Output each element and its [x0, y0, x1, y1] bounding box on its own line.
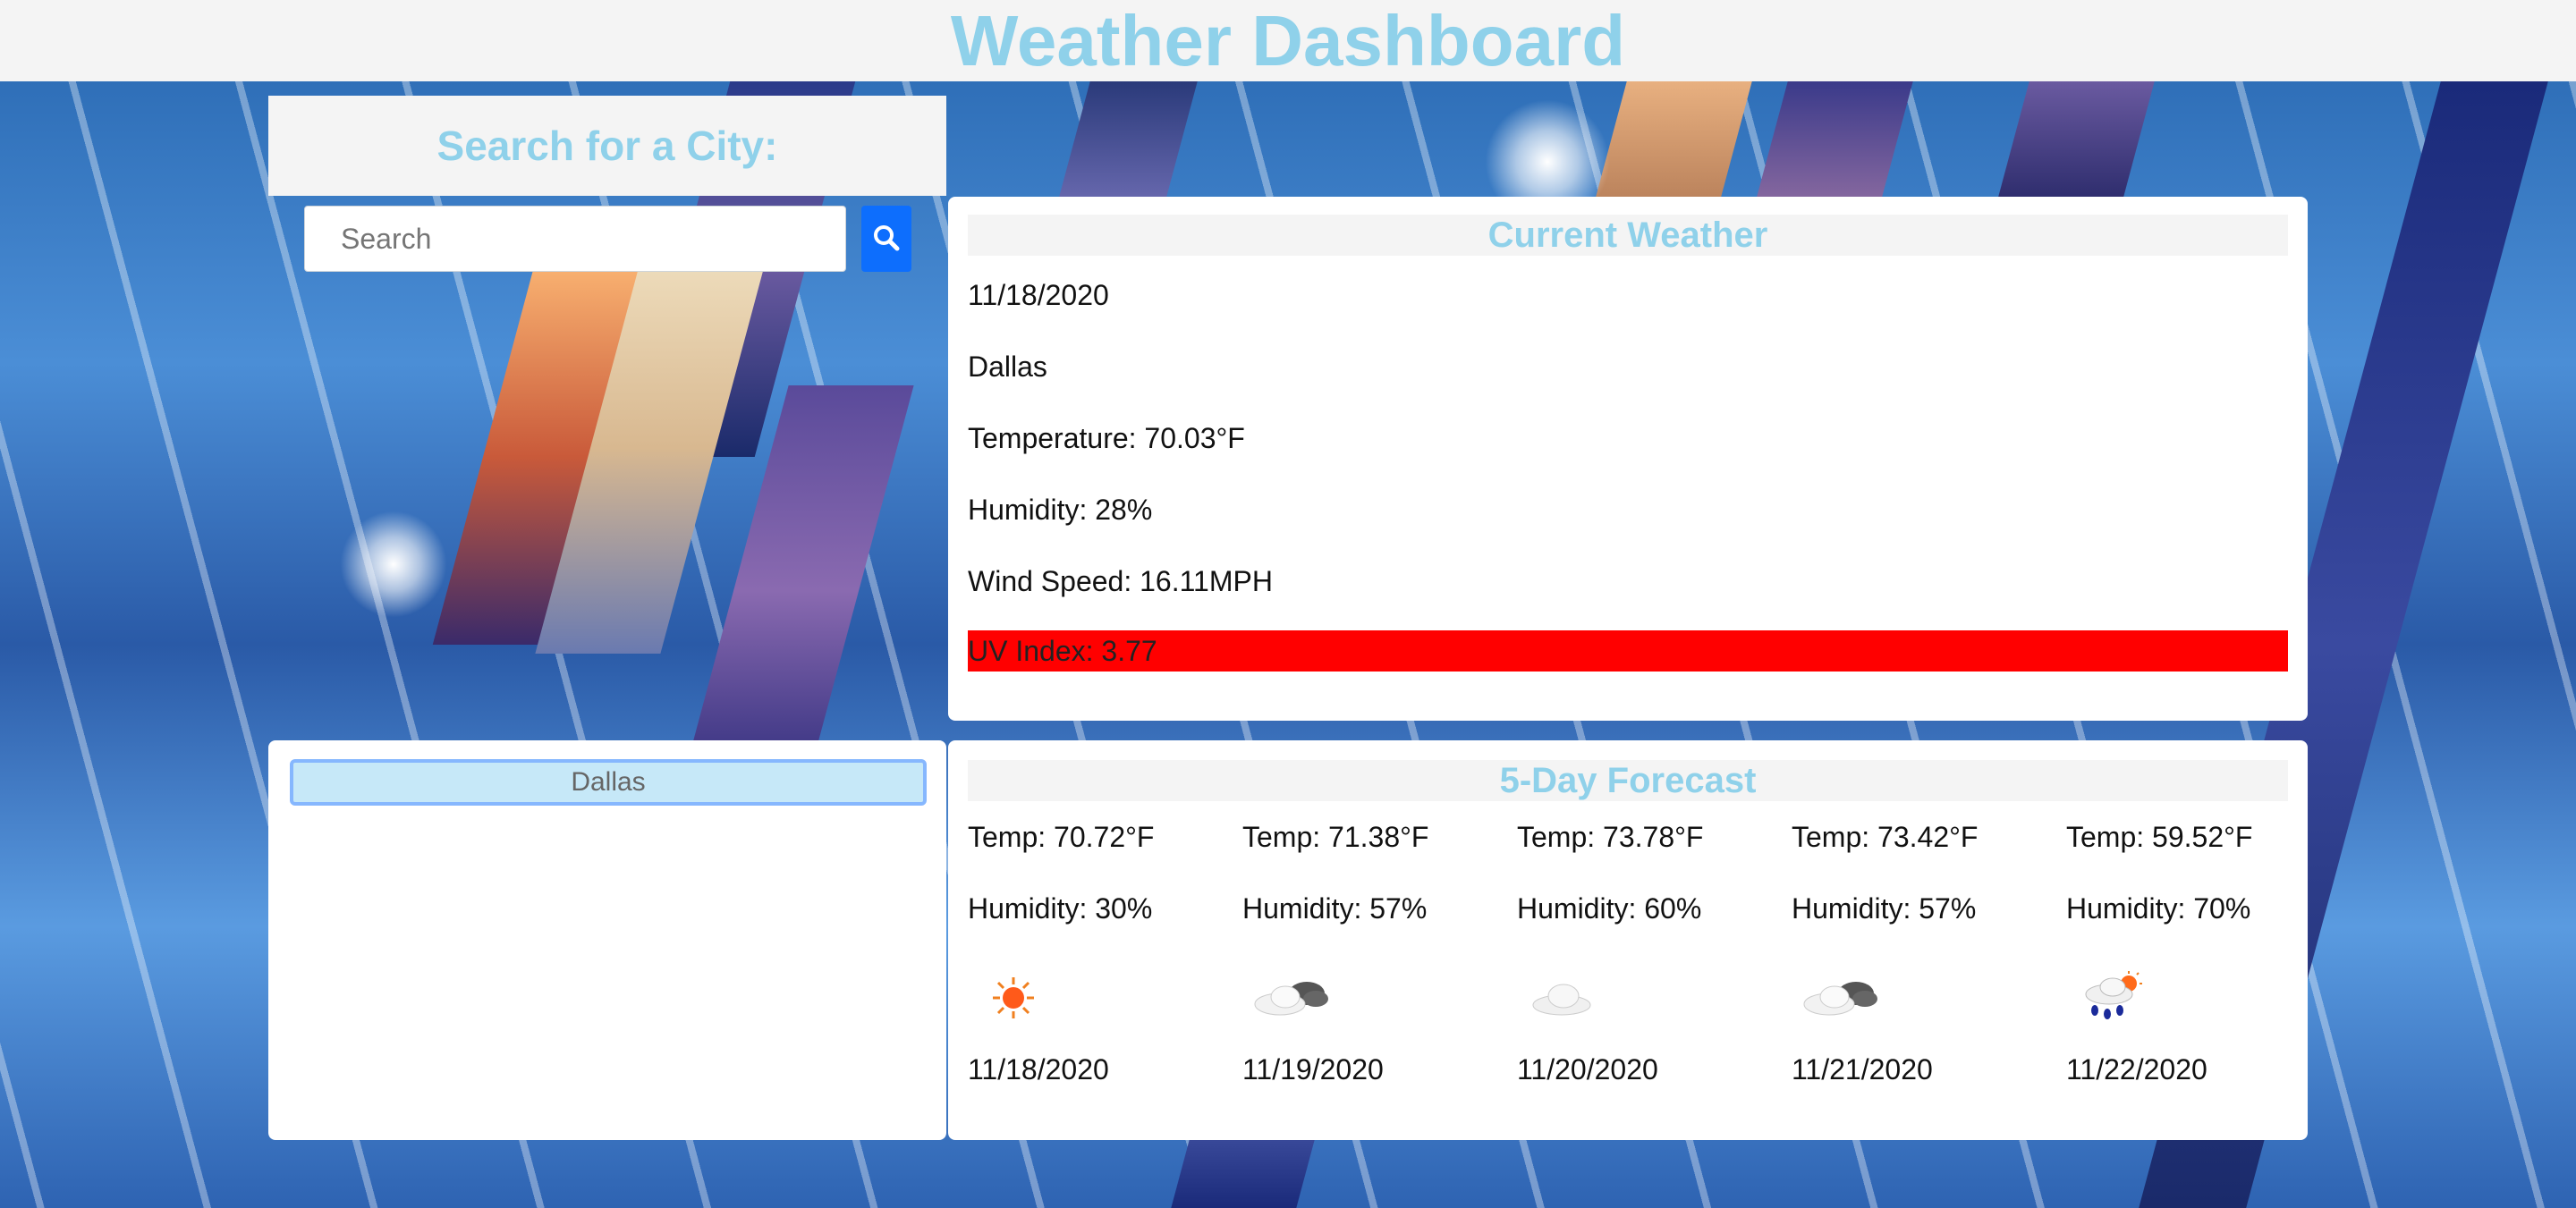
current-weather-title: Current Weather [968, 215, 2288, 256]
forecast-temp: Temp: 71.38°F [1242, 821, 1429, 853]
uv-index-bar: UV Index: 3.77 [968, 630, 2288, 672]
current-temperature: Temperature: 70.03°F [968, 422, 1245, 454]
forecast-date: 11/20/2020 [1517, 1053, 1658, 1086]
forecast-humidity: Humidity: 30% [968, 892, 1153, 925]
search-input[interactable] [304, 206, 846, 272]
cloud-icon [1251, 976, 1332, 1025]
history-city-button[interactable]: Dallas [290, 759, 927, 806]
search-icon [873, 224, 900, 254]
rain-sun-icon [2077, 969, 2148, 1027]
search-history-card: Dallas [268, 740, 946, 1140]
forecast-temp: Temp: 73.78°F [1517, 821, 1704, 853]
current-city: Dallas [968, 351, 1047, 383]
sun-icon [991, 976, 1036, 1025]
forecast-date: 11/21/2020 [1792, 1053, 1933, 1086]
current-weather-card: Current Weather 11/18/2020 Dallas Temper… [948, 197, 2308, 721]
forecast-date: 11/18/2020 [968, 1053, 1109, 1086]
forecast-date: 11/22/2020 [2066, 1053, 2207, 1086]
search-heading-box: Search for a City: [268, 96, 946, 196]
forecast-humidity: Humidity: 57% [1792, 892, 1977, 925]
forecast-humidity: Humidity: 57% [1242, 892, 1428, 925]
cloud-icon [1801, 976, 1881, 1025]
forecast-humidity: Humidity: 60% [1517, 892, 1702, 925]
search-button[interactable] [861, 206, 911, 272]
page-title: Weather Dashboard [950, 1, 1626, 80]
forecast-temp: Temp: 73.42°F [1792, 821, 1979, 853]
forecast-humidity: Humidity: 70% [2066, 892, 2251, 925]
forecast-temp: Temp: 59.52°F [2066, 821, 2253, 853]
current-date: 11/18/2020 [968, 279, 1109, 311]
current-humidity: Humidity: 28% [968, 494, 1153, 526]
forecast-temp: Temp: 70.72°F [968, 821, 1155, 853]
forecast-title: 5-Day Forecast [968, 760, 2288, 801]
forecast-date: 11/19/2020 [1242, 1053, 1384, 1086]
page-header: Weather Dashboard [0, 0, 2576, 81]
search-heading: Search for a City: [436, 122, 778, 169]
current-wind-speed: Wind Speed: 16.11MPH [968, 565, 1273, 597]
light-cloud-icon [1528, 978, 1599, 1023]
